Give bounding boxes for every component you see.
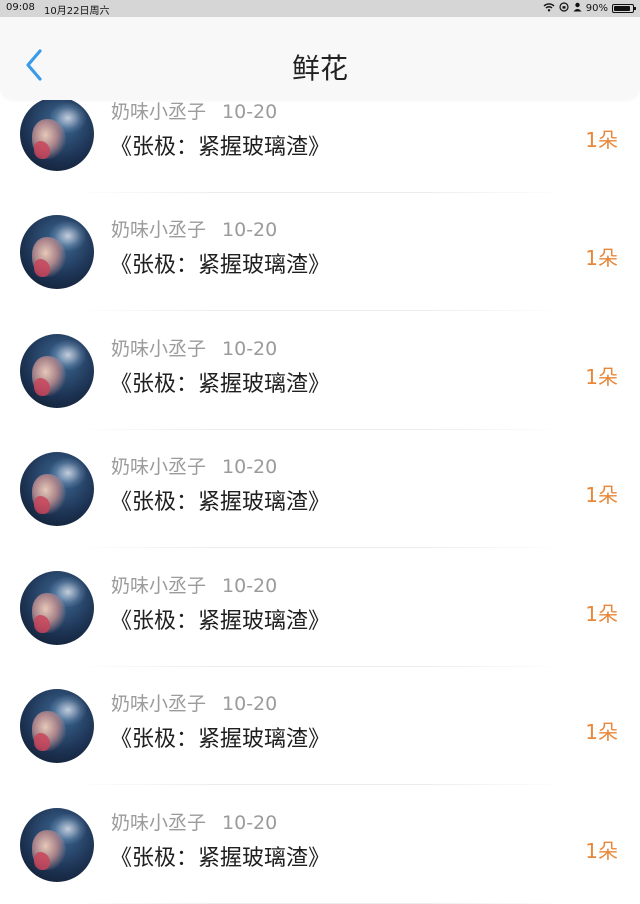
divider — [70, 310, 570, 311]
list-item[interactable]: 奶味小丞子 10-20 《张极：紧握玻璃渣》 1朵 — [0, 193, 640, 311]
status-indicators: 90% — [543, 2, 636, 15]
divider — [70, 784, 570, 785]
gift-date: 10-20 — [222, 575, 278, 597]
list-item[interactable]: 奶味小丞子 10-20 《张极：紧握玻璃渣》 1朵 — [0, 786, 640, 904]
row-meta: 奶味小丞子 10-20 — [111, 97, 277, 124]
username: 奶味小丞子 — [111, 456, 207, 478]
gift-date: 10-20 — [222, 456, 278, 478]
status-date: 10月22日周六 — [44, 6, 110, 17]
row-meta: 奶味小丞子 10-20 — [111, 452, 277, 479]
person-icon — [573, 2, 582, 15]
username: 奶味小丞子 — [111, 338, 207, 360]
avatar[interactable] — [20, 571, 94, 645]
list-item[interactable]: 奶味小丞子 10-20 《张极：紧握玻璃渣》 1朵 — [0, 312, 640, 430]
avatar[interactable] — [20, 97, 94, 171]
book-title: 《张极：紧握玻璃渣》 — [110, 372, 331, 397]
gift-date: 10-20 — [222, 812, 278, 834]
flower-count: 1朵 — [585, 483, 618, 507]
book-title: 《张极：紧握玻璃渣》 — [110, 727, 331, 752]
flower-count: 1朵 — [585, 602, 618, 626]
avatar[interactable] — [20, 334, 94, 408]
book-title: 《张极：紧握玻璃渣》 — [110, 846, 331, 871]
avatar[interactable] — [20, 808, 94, 882]
book-title: 《张极：紧握玻璃渣》 — [110, 135, 331, 160]
avatar[interactable] — [20, 215, 94, 289]
page-title: 鲜花 — [291, 52, 348, 85]
username: 奶味小丞子 — [111, 575, 207, 597]
screen-lock-icon — [559, 2, 569, 15]
gift-date: 10-20 — [222, 219, 278, 241]
status-time: 09:08 — [6, 2, 35, 13]
flower-count: 1朵 — [585, 720, 618, 744]
username: 奶味小丞子 — [111, 812, 207, 834]
list-item[interactable]: 奶味小丞子 10-20 《张极：紧握玻璃渣》 1朵 — [0, 667, 640, 785]
list-item[interactable]: 奶味小丞子 10-20 《张极：紧握玻璃渣》 1朵 — [0, 549, 640, 667]
flower-count: 1朵 — [585, 128, 618, 152]
navigation-bar: 鲜花 — [0, 17, 640, 100]
row-meta: 奶味小丞子 10-20 — [111, 334, 277, 361]
row-meta: 奶味小丞子 10-20 — [111, 808, 277, 835]
book-title: 《张极：紧握玻璃渣》 — [110, 490, 331, 515]
book-title: 《张极：紧握玻璃渣》 — [110, 253, 331, 278]
gift-date: 10-20 — [222, 338, 278, 360]
avatar[interactable] — [20, 689, 94, 763]
book-title: 《张极：紧握玻璃渣》 — [110, 609, 331, 634]
battery-icon — [612, 4, 636, 13]
wifi-icon — [543, 2, 555, 15]
username: 奶味小丞子 — [111, 219, 207, 241]
list-item[interactable]: 奶味小丞子 10-20 《张极：紧握玻璃渣》 1朵 — [0, 430, 640, 548]
username: 奶味小丞子 — [111, 693, 207, 715]
status-bar: 09:08 10月22日周六 90% — [0, 0, 640, 17]
gift-date: 10-20 — [222, 693, 278, 715]
divider — [70, 547, 570, 548]
avatar[interactable] — [20, 452, 94, 526]
row-meta: 奶味小丞子 10-20 — [111, 571, 277, 598]
row-meta: 奶味小丞子 10-20 — [111, 689, 277, 716]
gift-date: 10-20 — [222, 101, 278, 123]
username: 奶味小丞子 — [111, 101, 207, 123]
flower-count: 1朵 — [585, 839, 618, 863]
row-meta: 奶味小丞子 10-20 — [111, 215, 277, 242]
battery-percent: 90% — [585, 3, 608, 14]
flower-count: 1朵 — [585, 246, 618, 270]
battery-fill — [614, 6, 631, 11]
flower-count: 1朵 — [585, 365, 618, 389]
